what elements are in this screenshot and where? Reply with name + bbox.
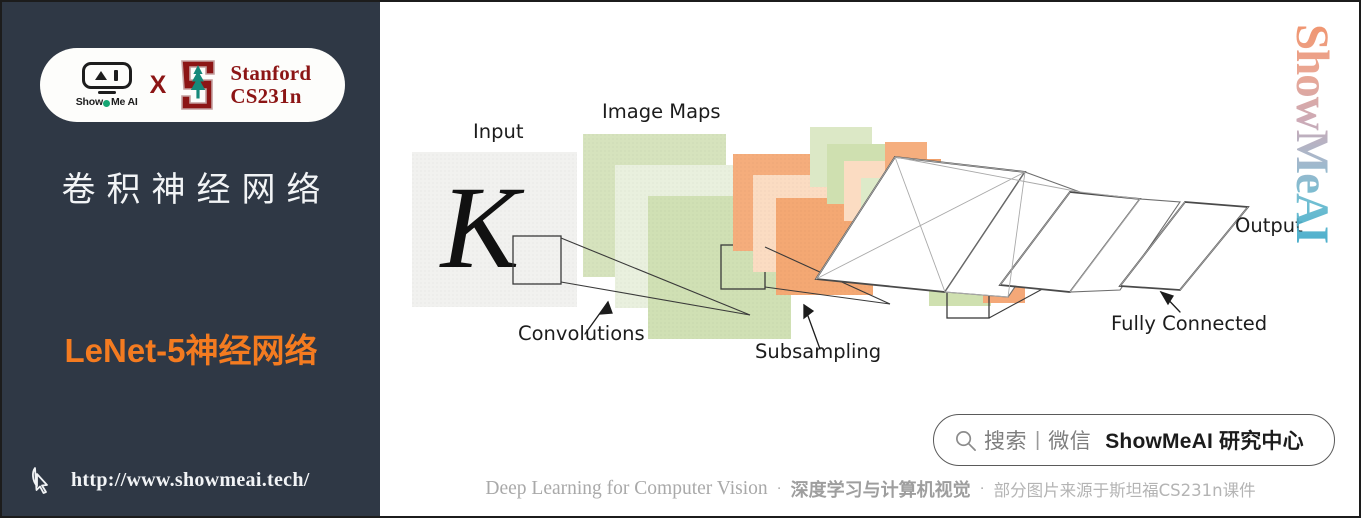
collab-x-symbol: X — [149, 70, 167, 99]
stanford-name: Stanford — [230, 61, 312, 86]
showmeai-watermark: ShowMeAI — [1286, 20, 1349, 280]
search-channel-label: 微信 — [1048, 429, 1092, 453]
stanford-course-text: Stanford CS231n — [230, 62, 311, 107]
lenet5-architecture-diagram: K Input Image Maps Convolutions Subsampl… — [380, 2, 1359, 402]
site-url-text[interactable]: http://www.showmeai.tech/ — [71, 469, 310, 492]
watermark-text: ShowMeAI — [1286, 24, 1338, 244]
search-separator: | — [1035, 428, 1041, 451]
bar-icon — [114, 69, 119, 81]
label-fully-connected: Fully Connected — [1111, 312, 1268, 335]
course-badge: Show Me AI X Stanford CS231n — [40, 48, 345, 122]
sidebar-panel: Show Me AI X Stanford CS231n 卷积神经网络 LeNet… — [2, 2, 380, 516]
cursor-pointer-icon — [32, 467, 48, 494]
label-input: Input — [473, 120, 524, 143]
showmeai-screen-icon — [81, 61, 132, 89]
footer-dot-2: · — [979, 480, 985, 497]
green-dot-icon — [103, 99, 111, 107]
showmeai-logo-label-a: Show — [75, 96, 103, 109]
footer-chinese: 深度学习与计算机视觉 — [790, 480, 971, 501]
stanford-tree-logo — [176, 58, 220, 112]
screen-stand-icon — [97, 90, 116, 95]
svg-text:K: K — [439, 162, 525, 293]
stanford-course-code: CS231n — [230, 84, 302, 108]
site-url-row[interactable]: http://www.showmeai.tech/ — [30, 465, 310, 495]
caret-up-icon — [95, 70, 108, 80]
showmeai-logo: Show Me AI — [74, 61, 140, 108]
page-subtitle: LeNet-5神经网络 — [64, 332, 318, 369]
search-brand-label: ShowMeAI 研究中心 — [1105, 430, 1304, 453]
footer-dot-1: · — [776, 480, 782, 497]
fully-connected-layers — [814, 156, 1250, 298]
page-title: 卷积神经网络 — [61, 170, 332, 210]
search-icon — [956, 430, 976, 451]
footer-credits: Deep Learning for Computer Vision · 深度学习… — [380, 476, 1359, 502]
showmeai-logo-label: Show Me AI — [76, 96, 138, 108]
content-panel: K Input Image Maps Convolutions Subsampl… — [380, 2, 1359, 516]
search-placeholder-label: 搜索 — [984, 429, 1027, 453]
label-image-maps: Image Maps — [602, 100, 721, 123]
label-convolutions: Convolutions — [518, 322, 645, 345]
input-plane: K — [412, 152, 577, 307]
label-subsampling: Subsampling — [755, 340, 882, 363]
footer-english: Deep Learning for Computer Vision — [485, 478, 768, 499]
slide-root: Show Me AI X Stanford CS231n 卷积神经网络 LeNet… — [0, 0, 1361, 518]
footer-source-note: 部分图片来源于斯坦福CS231n课件 — [993, 481, 1256, 500]
wechat-search-bar[interactable]: 搜索 | 微信 ShowMeAI 研究中心 — [933, 414, 1335, 466]
showmeai-logo-label-b: Me AI — [110, 96, 138, 109]
